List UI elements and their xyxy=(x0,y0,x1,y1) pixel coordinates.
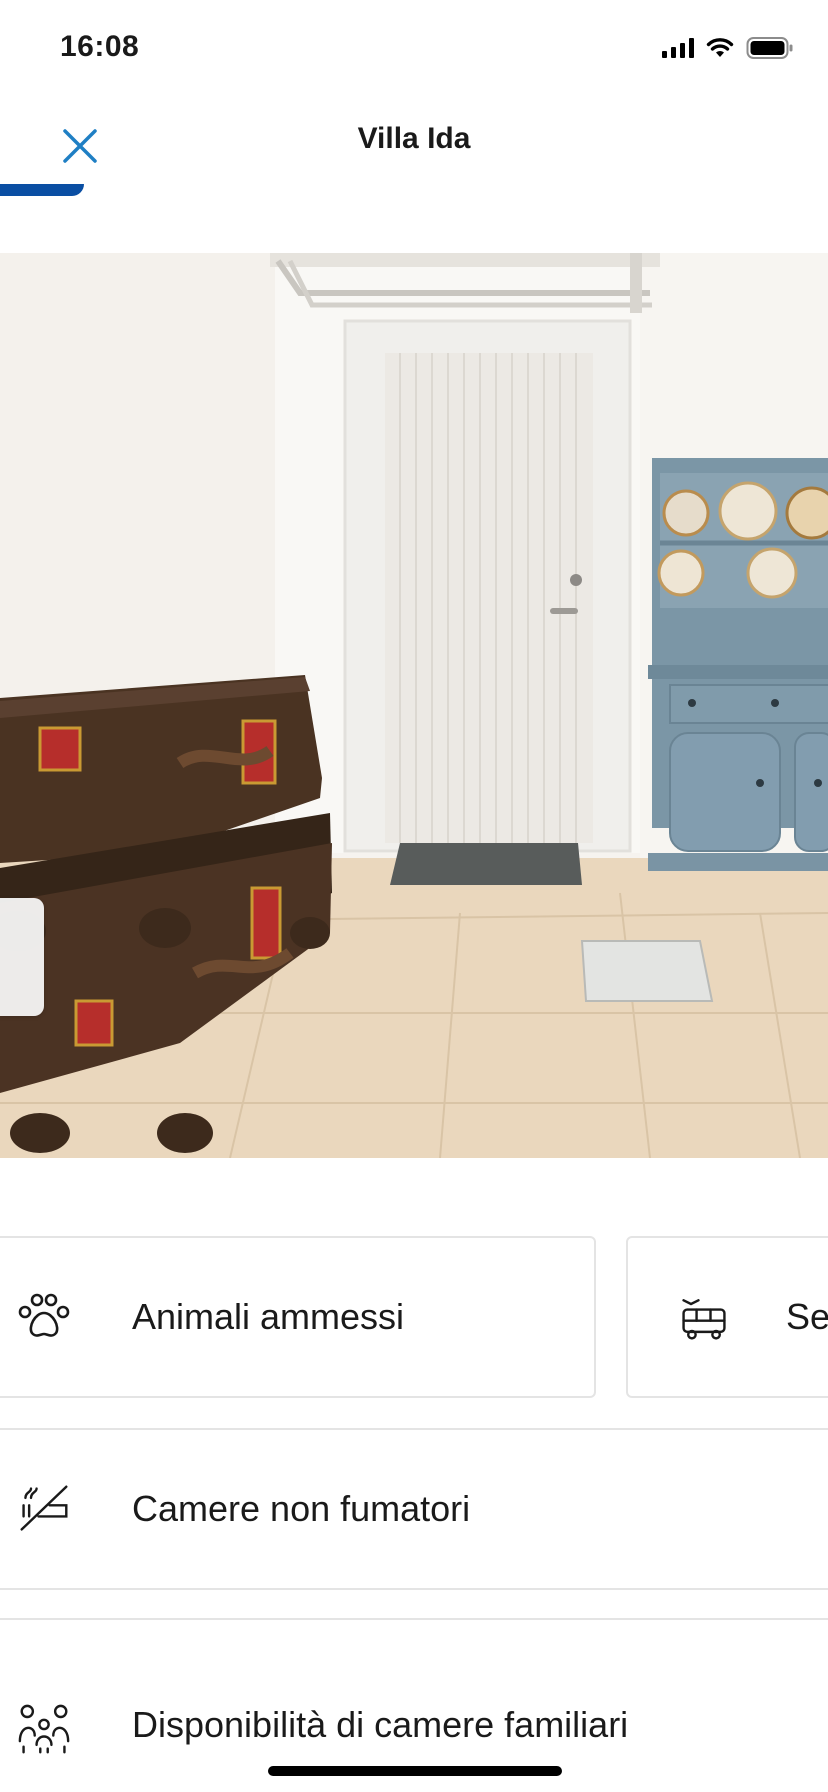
family-icon xyxy=(18,1704,70,1756)
status-icons xyxy=(662,36,794,60)
facility-label: Animali ammessi xyxy=(132,1296,405,1337)
shuttle-bus-icon xyxy=(678,1291,730,1343)
no-smoking-icon xyxy=(18,1483,70,1535)
facility-label: Camere non fumatori xyxy=(132,1488,471,1529)
facility-card-non-smoking[interactable]: Camere non fumatori xyxy=(0,1428,828,1590)
battery-icon xyxy=(746,37,793,59)
photo-illustration xyxy=(0,253,828,1158)
facility-card-pets[interactable]: Animali ammessi xyxy=(0,1236,596,1398)
facility-label: Se xyxy=(786,1296,828,1337)
status-bar: 16:08 xyxy=(0,0,828,96)
villa-interior-photo[interactable] xyxy=(0,253,828,1158)
facility-card-shuttle[interactable]: Se xyxy=(626,1236,828,1398)
home-indicator[interactable] xyxy=(268,1766,562,1776)
tab-indicator xyxy=(0,184,84,196)
signal-icon xyxy=(662,38,694,58)
photo-scroll-handle[interactable] xyxy=(0,898,44,1016)
header: Villa Ida xyxy=(0,96,828,200)
status-time: 16:08 xyxy=(60,30,140,63)
wifi-icon xyxy=(706,38,734,57)
facility-label: Disponibilità di camere familiari xyxy=(132,1704,629,1745)
page-title: Villa Ida xyxy=(357,122,471,155)
paw-icon xyxy=(18,1291,70,1343)
